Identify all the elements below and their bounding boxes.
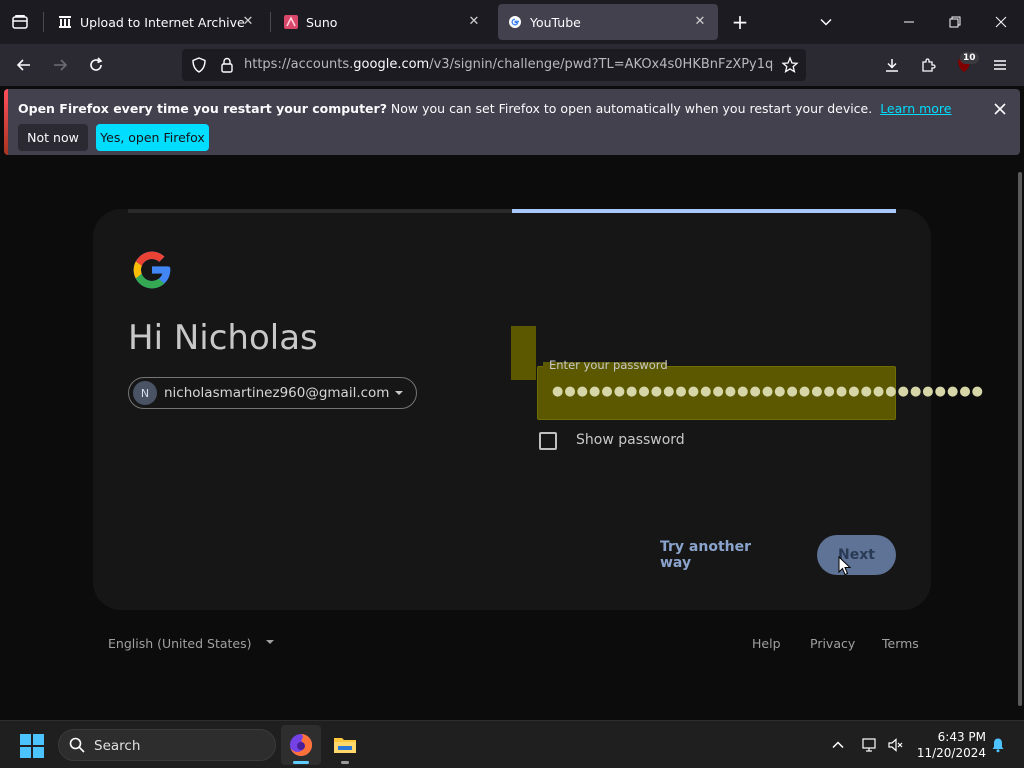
close-tab-icon[interactable]: ✕: [692, 13, 708, 29]
app-menu-button[interactable]: [986, 51, 1014, 79]
next-button[interactable]: Next: [817, 535, 896, 575]
network-icon[interactable]: [860, 735, 880, 755]
notification-bell-icon[interactable]: [988, 735, 1008, 755]
yes-open-firefox-button[interactable]: Yes, open Firefox: [96, 124, 209, 151]
close-notification-icon[interactable]: [990, 99, 1010, 119]
tab-title: Upload to Internet Archive: [80, 14, 245, 30]
volume-muted-icon[interactable]: [886, 735, 906, 755]
account-chooser-chip[interactable]: N nicholasmartinez960@gmail.com: [128, 377, 417, 409]
windows-start-icon[interactable]: [20, 734, 44, 758]
address-bar[interactable]: https://accounts.google.com/v3/signin/ch…: [182, 49, 806, 81]
taskbar-firefox[interactable]: [281, 725, 321, 765]
tab-separator: [270, 12, 271, 32]
shield-icon[interactable]: [190, 56, 208, 74]
url-prefix: https://accounts.: [244, 57, 354, 72]
restore-button[interactable]: [932, 0, 978, 44]
url-path: /v3/signin/challenge/pwd?TL=AKOx4s0HKBnF…: [429, 57, 774, 72]
chevron-down-icon: [820, 18, 832, 26]
suno-icon: [284, 15, 298, 29]
page-scrollbar[interactable]: [1018, 172, 1022, 706]
back-button[interactable]: [10, 51, 38, 79]
reload-icon: [90, 57, 103, 71]
taskbar-file-explorer[interactable]: [325, 725, 365, 765]
tab-separator: [43, 12, 44, 32]
lock-icon[interactable]: [218, 56, 236, 74]
puzzle-icon: [922, 58, 936, 72]
notification-title: Open Firefox every time you restart your…: [18, 101, 387, 116]
default-browser-notification: Open Firefox every time you restart your…: [4, 89, 1020, 155]
list-all-tabs-button[interactable]: [814, 10, 838, 34]
avatar: N: [133, 381, 157, 405]
help-link[interactable]: Help: [752, 636, 781, 651]
notification-body: Now you can set Firefox to open automati…: [386, 101, 873, 116]
firefox-view-icon: [12, 15, 28, 29]
greeting-heading: Hi Nicholas: [128, 318, 318, 358]
terms-link[interactable]: Terms: [882, 636, 919, 651]
tab-suno[interactable]: Suno ✕: [274, 4, 492, 40]
show-password-label[interactable]: Show password: [576, 432, 685, 448]
new-tab-button[interactable]: +: [728, 8, 752, 36]
archive-icon: [58, 15, 72, 29]
language-selector[interactable]: English (United States): [108, 636, 252, 651]
account-email: nicholasmartinez960@gmail.com: [164, 385, 390, 401]
bookmark-star-icon[interactable]: [780, 55, 800, 75]
forward-button[interactable]: [46, 51, 74, 79]
open-app-indicator: [341, 761, 349, 764]
plus-icon: +: [731, 10, 749, 34]
autofill-highlight: [511, 326, 536, 380]
reload-button[interactable]: [82, 51, 110, 79]
google-icon: [508, 15, 522, 29]
not-now-button[interactable]: Not now: [18, 124, 88, 151]
download-icon: [886, 59, 898, 72]
extension-badge: 10: [960, 52, 979, 64]
close-tab-icon[interactable]: ✕: [240, 13, 256, 29]
caret-down-icon: [395, 391, 403, 395]
password-value[interactable]: ●●●●●●●●●●●●●●●●●●●●●●●●●●●●●●●●●●●: [552, 384, 984, 399]
tab-title: YouTube: [530, 14, 581, 30]
system-clock[interactable]: 6:43 PM 11/20/2024: [910, 729, 986, 761]
navigation-toolbar: https://accounts.google.com/v3/signin/ch…: [0, 44, 1024, 86]
search-label: Search: [94, 738, 141, 754]
clock-date: 11/20/2024: [916, 746, 986, 760]
learn-more-link[interactable]: Learn more: [880, 101, 951, 116]
notification-accent: [4, 89, 8, 155]
clock-time: 6:43 PM: [937, 730, 986, 744]
tab-internet-archive[interactable]: Upload to Internet Archive ✕: [48, 4, 266, 40]
restore-icon: [949, 16, 961, 28]
mouse-cursor-icon: [838, 556, 852, 576]
firefox-icon: [290, 733, 313, 756]
show-password-checkbox[interactable]: [539, 432, 557, 450]
try-another-way-button[interactable]: Try another way: [660, 539, 786, 571]
active-app-indicator: [293, 761, 309, 764]
notification-message: Open Firefox every time you restart your…: [18, 101, 951, 116]
taskbar-search[interactable]: Search: [58, 729, 276, 761]
progress-bar: [512, 209, 896, 213]
folder-icon: [334, 738, 356, 753]
firefox-view-button[interactable]: [0, 0, 40, 44]
arrow-left-icon: [16, 59, 30, 71]
close-window-button[interactable]: [978, 0, 1024, 44]
minimize-button[interactable]: [886, 0, 932, 44]
search-icon: [69, 737, 85, 753]
tab-youtube[interactable]: YouTube ✕: [498, 4, 718, 40]
close-icon: [995, 16, 1007, 28]
tab-title: Suno: [306, 14, 338, 30]
hamburger-menu-icon: [994, 60, 1006, 70]
privacy-link[interactable]: Privacy: [810, 636, 855, 651]
password-label: Enter your password: [549, 358, 668, 372]
downloads-button[interactable]: [878, 51, 906, 79]
close-tab-icon[interactable]: ✕: [466, 13, 482, 29]
windows-taskbar: Search 6:43 PM 11/20/2024: [0, 720, 1024, 768]
extensions-button[interactable]: [914, 51, 942, 79]
url-text[interactable]: https://accounts.google.com/v3/signin/ch…: [244, 57, 774, 72]
url-domain: google.com: [353, 57, 430, 72]
minimize-icon: [904, 21, 914, 23]
show-hidden-icons-chevron-up-icon[interactable]: [828, 735, 848, 755]
arrow-right-icon: [54, 59, 68, 71]
caret-down-icon[interactable]: [265, 637, 275, 647]
google-logo: [133, 251, 171, 289]
